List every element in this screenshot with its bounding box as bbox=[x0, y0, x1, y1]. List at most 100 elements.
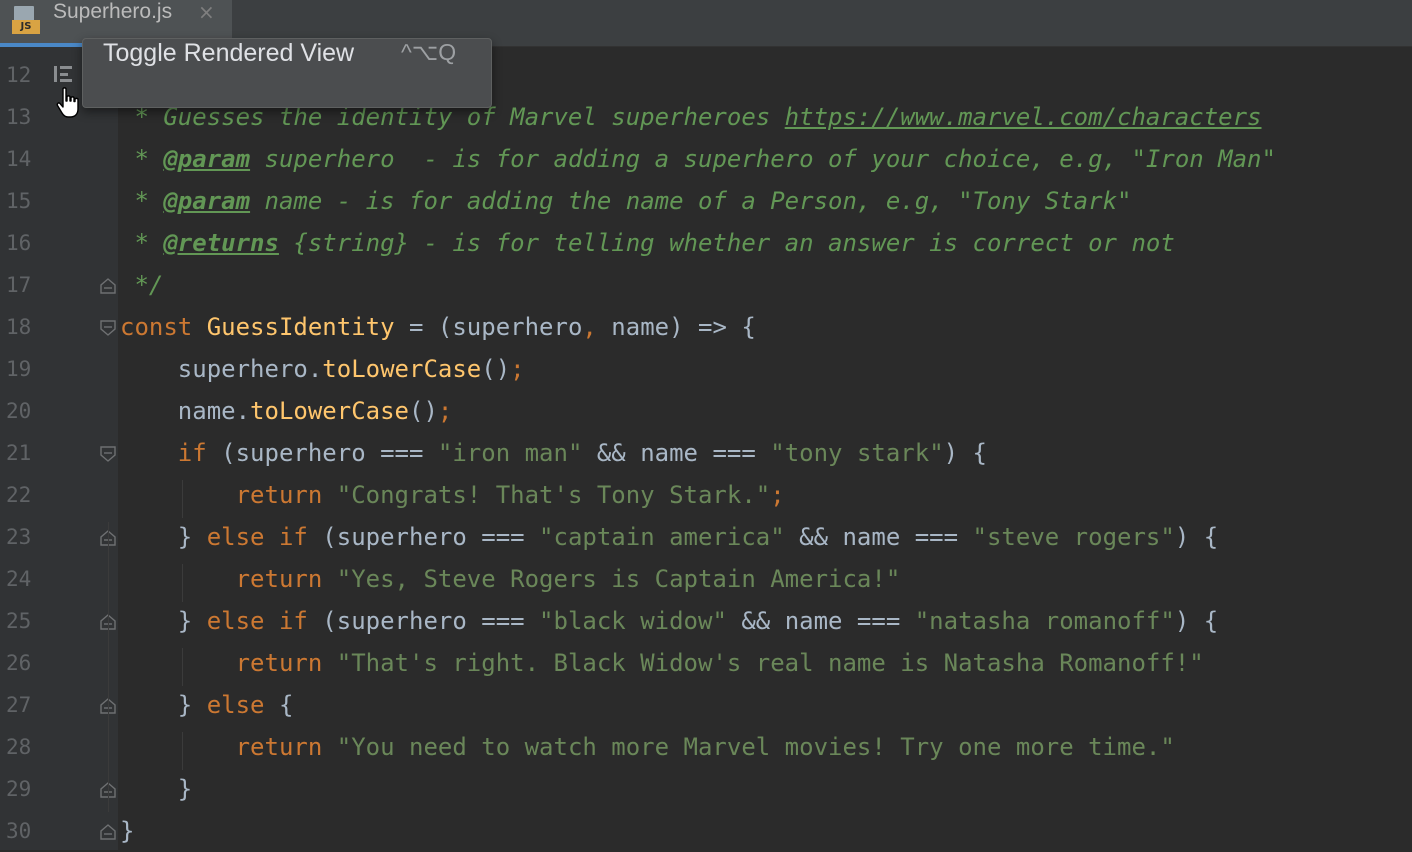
code-token: "black widow" bbox=[539, 607, 727, 635]
code-token: "That's right. Black Widow's real name i… bbox=[336, 649, 1204, 677]
line-number: 20 bbox=[6, 399, 32, 423]
code-token: return bbox=[120, 649, 337, 677]
code-token[interactable]: https://www.marvel.com/characters bbox=[785, 103, 1262, 131]
code-line[interactable]: 19 superhero.toLowerCase(); bbox=[0, 348, 1412, 390]
line-number: 25 bbox=[6, 609, 32, 633]
indent-guide bbox=[182, 564, 183, 602]
code-line[interactable]: 23 } else if (superhero === "captain ame… bbox=[0, 516, 1412, 558]
line-number: 21 bbox=[6, 441, 32, 465]
code-text: return "You need to watch more Marvel mo… bbox=[120, 726, 1175, 768]
line-number: 24 bbox=[6, 567, 32, 591]
code-token: ) { bbox=[943, 439, 987, 467]
code-token: * bbox=[120, 187, 164, 215]
code-token: "steve rogers" bbox=[972, 523, 1175, 551]
code-line[interactable]: 30} bbox=[0, 810, 1412, 852]
code-line[interactable]: 21 if (superhero === "iron man" && name … bbox=[0, 432, 1412, 474]
code-line[interactable]: 28 return "You need to watch more Marvel… bbox=[0, 726, 1412, 768]
code-token: && name === bbox=[582, 439, 771, 467]
code-line[interactable]: 16 * @returns {string} - is for telling … bbox=[0, 222, 1412, 264]
code-token: ; bbox=[437, 397, 453, 425]
line-number: 19 bbox=[6, 357, 32, 381]
code-editor[interactable]: 12 13 * Guesses the identity of Marvel su… bbox=[0, 47, 1412, 850]
line-number: 13 bbox=[6, 105, 32, 129]
code-token: "tony stark" bbox=[770, 439, 944, 467]
code-token: const bbox=[120, 313, 207, 341]
line-number: 26 bbox=[6, 651, 32, 675]
code-text: const GuessIdentity = (superhero, name) … bbox=[120, 306, 756, 348]
code-line[interactable]: 17 */ bbox=[0, 264, 1412, 306]
hand-cursor-icon bbox=[56, 87, 79, 118]
code-token: } bbox=[120, 775, 193, 803]
code-token: else bbox=[206, 691, 279, 719]
line-number: 17 bbox=[6, 273, 32, 297]
fold-start-icon[interactable] bbox=[99, 319, 117, 337]
code-line[interactable]: 25 } else if (superhero === "black widow… bbox=[0, 600, 1412, 642]
code-token: name) => { bbox=[611, 313, 756, 341]
code-token: "iron man" bbox=[437, 439, 583, 467]
code-token: && name === bbox=[726, 607, 915, 635]
code-token: GuessIdentity bbox=[206, 313, 395, 341]
code-token: ; bbox=[510, 355, 525, 383]
fold-end-icon[interactable] bbox=[99, 823, 117, 841]
code-line[interactable]: 14 * @param superhero - is for adding a … bbox=[0, 138, 1412, 180]
code-token: } bbox=[120, 817, 135, 845]
code-token: , bbox=[582, 313, 612, 341]
tooltip-toggle-rendered-view: Toggle Rendered View ^⌥Q bbox=[82, 38, 492, 108]
code-token: name. bbox=[120, 397, 251, 425]
code-line[interactable]: 15 * @param name - is for adding the nam… bbox=[0, 180, 1412, 222]
code-token: } bbox=[120, 607, 207, 635]
code-text: } else { bbox=[120, 684, 294, 726]
code-token: if bbox=[120, 439, 222, 467]
line-number: 16 bbox=[6, 231, 32, 255]
code-text: } bbox=[120, 810, 134, 852]
code-token: "Congrats! That's Tony Stark." bbox=[336, 481, 771, 509]
code-line[interactable]: 29 } bbox=[0, 768, 1412, 810]
toggle-rendered-view-icon[interactable] bbox=[52, 63, 74, 85]
close-icon[interactable]: × bbox=[198, 0, 215, 24]
indent-guide bbox=[108, 522, 109, 812]
fold-end-icon[interactable] bbox=[99, 277, 117, 295]
code-line[interactable]: 26 return "That's right. Black Widow's r… bbox=[0, 642, 1412, 684]
code-line[interactable]: 22 return "Congrats! That's Tony Stark."… bbox=[0, 474, 1412, 516]
code-token: else if bbox=[206, 523, 323, 551]
code-token: ; bbox=[770, 481, 785, 509]
indent-guide bbox=[182, 480, 183, 518]
code-token: superhero - is for adding a superhero of… bbox=[250, 145, 1276, 173]
code-text: } bbox=[120, 768, 192, 810]
code-token: (superhero === bbox=[322, 523, 540, 551]
code-token: @returns bbox=[163, 229, 279, 257]
line-number: 28 bbox=[6, 735, 32, 759]
line-number: 14 bbox=[6, 147, 32, 171]
fold-start-icon[interactable] bbox=[99, 445, 117, 463]
code-text: return "Yes, Steve Rogers is Captain Ame… bbox=[120, 558, 901, 600]
code-token: && name === bbox=[784, 523, 973, 551]
code-token: ) { bbox=[1174, 523, 1219, 551]
code-text: * @param superhero - is for adding a sup… bbox=[120, 138, 1276, 180]
line-number: 22 bbox=[6, 483, 32, 507]
code-token: "captain america" bbox=[539, 523, 785, 551]
code-line[interactable]: 24 return "Yes, Steve Rogers is Captain … bbox=[0, 558, 1412, 600]
js-badge: JS bbox=[12, 20, 40, 34]
code-token: () bbox=[481, 355, 511, 383]
code-line[interactable]: 20 name.toLowerCase(); bbox=[0, 390, 1412, 432]
code-text: * @returns {string} - is for telling whe… bbox=[120, 222, 1174, 264]
code-token: return bbox=[120, 733, 337, 761]
code-token: (superhero === bbox=[221, 439, 438, 467]
code-token: = (superhero bbox=[394, 313, 583, 341]
code-text: if (superhero === "iron man" && name ===… bbox=[120, 432, 987, 474]
code-token: name - is for adding the name of a Perso… bbox=[250, 187, 1132, 215]
code-token: { bbox=[278, 691, 294, 719]
line-number: 27 bbox=[6, 693, 32, 717]
code-line[interactable]: 27 } else { bbox=[0, 684, 1412, 726]
code-token: return bbox=[120, 481, 337, 509]
code-token: @param bbox=[163, 187, 251, 215]
line-number: 29 bbox=[6, 777, 32, 801]
line-number: 18 bbox=[6, 315, 32, 339]
code-text: return "Congrats! That's Tony Stark."; bbox=[120, 474, 785, 516]
code-token: "Yes, Steve Rogers is Captain America!" bbox=[336, 565, 901, 593]
line-number: 15 bbox=[6, 189, 32, 213]
line-number: 30 bbox=[6, 819, 32, 843]
code-line[interactable]: 18 const GuessIdentity = (superhero, name… bbox=[0, 306, 1412, 348]
code-text: name.toLowerCase(); bbox=[120, 390, 453, 432]
tooltip-shortcut: ^⌥Q bbox=[401, 39, 457, 65]
